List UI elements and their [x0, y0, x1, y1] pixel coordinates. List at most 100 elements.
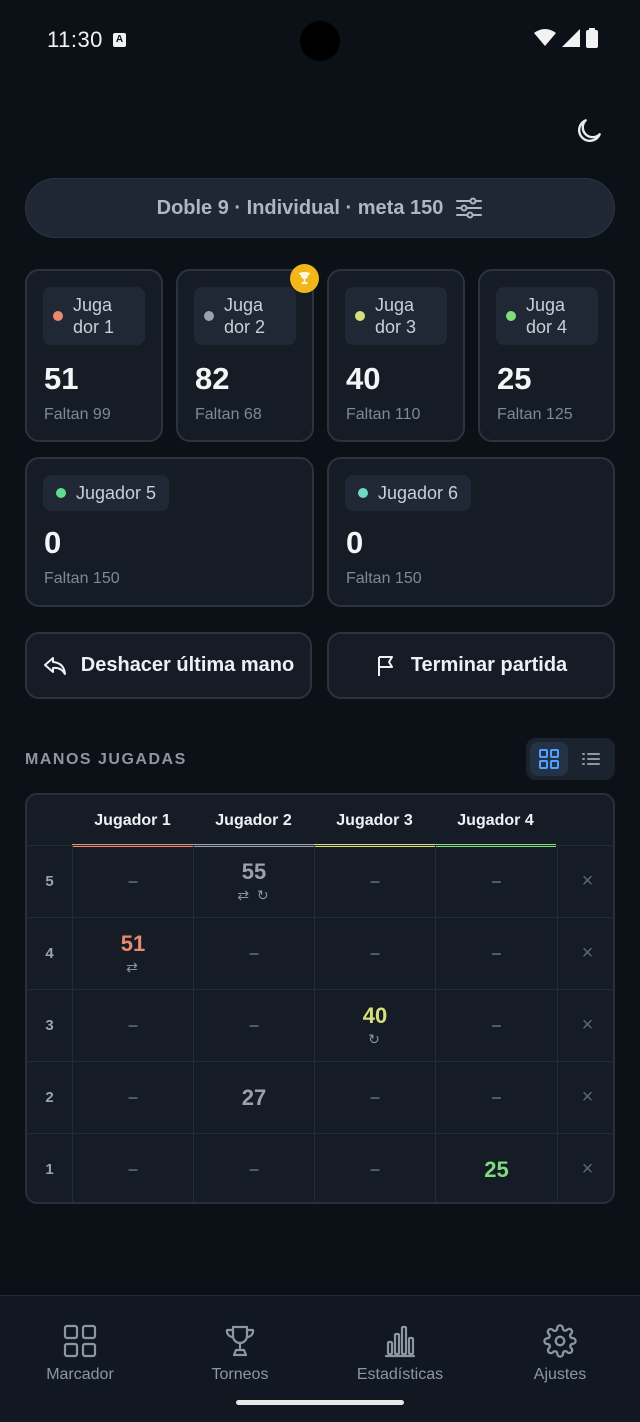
player-remaining: Faltan 110	[346, 406, 421, 423]
hand-cell[interactable]: –	[314, 918, 435, 989]
player-remaining: Faltan 125	[497, 406, 573, 423]
leader-trophy-badge	[290, 264, 319, 293]
delete-hand-button[interactable]: ×	[557, 1134, 613, 1202]
player-name-chip: Jugador 5	[43, 475, 170, 511]
hand-row: 3 – – 40 ↻ – ×	[27, 989, 613, 1061]
hand-cell[interactable]: –	[435, 846, 557, 917]
hand-row: 2 – 27 – – ×	[27, 1061, 613, 1133]
player-name-chip: Juga dor 2	[194, 287, 296, 345]
hand-cell[interactable]: –	[193, 990, 314, 1061]
hand-number: 1	[45, 1161, 54, 1178]
player-card-5[interactable]: Jugador 5 0 Faltan 150	[25, 457, 314, 607]
delete-hand-button[interactable]: ×	[557, 846, 613, 917]
hand-points: 25	[484, 1156, 509, 1182]
player-name-chip: Jugador 6	[345, 475, 472, 511]
list-icon	[582, 753, 600, 765]
nav-item-torneos[interactable]: Torneos	[160, 1296, 320, 1396]
player-name: Juga dor 3	[375, 295, 417, 337]
player-remaining: Faltan 68	[195, 406, 262, 423]
bar-chart-icon	[384, 1325, 416, 1358]
column-header-label: Jugador 4	[457, 812, 534, 829]
hand-row: 1 – – – 25 ×	[27, 1133, 613, 1202]
empty-value: –	[127, 1087, 138, 1107]
hands-section-title: MANOS JUGADAS	[25, 751, 187, 768]
player-card-4[interactable]: Juga dor 4 25 Faltan 125	[478, 269, 615, 442]
grid-view-button[interactable]	[530, 742, 568, 776]
column-header-player-3: Jugador 3	[314, 795, 435, 847]
player-color-dot	[355, 311, 365, 321]
player-color-dot	[204, 311, 214, 321]
empty-value: –	[491, 1087, 502, 1107]
hand-cell[interactable]: –	[72, 846, 193, 917]
nav-item-ajustes[interactable]: Ajustes	[480, 1296, 640, 1396]
list-view-button[interactable]	[572, 742, 610, 776]
player-score: 51	[44, 361, 79, 396]
hand-points: 40	[362, 1003, 388, 1028]
column-header-player-2: Jugador 2	[193, 795, 314, 847]
player-score: 0	[346, 525, 364, 560]
hand-cell[interactable]: –	[435, 1062, 557, 1133]
delete-hand-button[interactable]: ×	[557, 918, 613, 989]
player-remaining: Faltan 99	[44, 406, 111, 423]
player-color-dot	[358, 488, 368, 498]
hand-cell[interactable]: 51 ⇄	[72, 918, 193, 989]
empty-value: –	[491, 871, 502, 891]
swap-mark: ⇄	[126, 959, 140, 975]
moon-icon	[578, 119, 601, 142]
status-icons	[534, 28, 598, 48]
hand-cell[interactable]: –	[193, 1134, 314, 1202]
hand-cell[interactable]: –	[72, 1062, 193, 1133]
close-icon: ×	[581, 1158, 594, 1180]
close-icon: ×	[581, 942, 594, 964]
game-config-label: Doble 9 · Individual · meta 150	[156, 196, 444, 219]
swap-repeat-marks: ⇄ ↻	[237, 887, 271, 903]
hand-cell[interactable]: –	[72, 990, 193, 1061]
finish-game-button[interactable]: Terminar partida	[327, 632, 615, 699]
nav-item-marcador[interactable]: Marcador	[0, 1296, 160, 1396]
game-config-button[interactable]: Doble 9 · Individual · meta 150	[25, 178, 615, 238]
close-icon: ×	[581, 1086, 594, 1108]
home-indicator[interactable]	[236, 1400, 404, 1405]
status-bar: 11:30 A	[0, 0, 640, 80]
trophy-icon	[298, 272, 311, 285]
hand-cell[interactable]: 55 ⇄ ↻	[193, 846, 314, 917]
gear-icon	[543, 1324, 577, 1358]
hand-cell[interactable]: –	[314, 1062, 435, 1133]
undo-last-hand-button[interactable]: Deshacer última mano	[25, 632, 312, 699]
theme-toggle-button[interactable]	[570, 112, 608, 150]
player-score: 82	[195, 361, 230, 396]
nav-item-estadisticas[interactable]: Estadísticas	[320, 1296, 480, 1396]
player-name: Juga dor 2	[224, 295, 266, 337]
column-header-label: Jugador 2	[215, 812, 292, 829]
nav-label: Ajustes	[533, 1366, 587, 1383]
hand-cell[interactable]: –	[435, 990, 557, 1061]
delete-hand-button[interactable]: ×	[557, 990, 613, 1061]
hand-cell[interactable]: –	[435, 918, 557, 989]
hand-cell[interactable]: –	[193, 918, 314, 989]
hand-cell[interactable]: 27	[193, 1062, 314, 1133]
player-card-2[interactable]: Juga dor 2 82 Faltan 68	[176, 269, 314, 442]
empty-value: –	[127, 1159, 138, 1179]
hand-cell[interactable]: –	[314, 846, 435, 917]
hand-row: 5 – 55 ⇄ ↻ – – ×	[27, 845, 613, 917]
player-card-1[interactable]: Juga dor 1 51 Faltan 99	[25, 269, 163, 442]
hand-cell[interactable]: 40 ↻	[314, 990, 435, 1061]
empty-value: –	[248, 1159, 259, 1179]
repeat-mark: ↻	[368, 1031, 382, 1047]
hand-number: 5	[45, 873, 54, 890]
player-name-chip: Juga dor 3	[345, 287, 447, 345]
hand-cell[interactable]: –	[72, 1134, 193, 1202]
undo-label: Deshacer última mano	[80, 654, 295, 676]
hand-cell[interactable]: 25	[435, 1134, 557, 1202]
delete-hand-button[interactable]: ×	[557, 1062, 613, 1133]
finish-label: Terminar partida	[410, 654, 568, 676]
wifi-icon	[534, 29, 556, 46]
nav-label: Marcador	[46, 1366, 114, 1383]
hand-cell[interactable]: –	[314, 1134, 435, 1202]
hand-number: 2	[45, 1089, 54, 1106]
player-card-6[interactable]: Jugador 6 0 Faltan 150	[327, 457, 615, 607]
hand-points: 27	[241, 1084, 267, 1110]
player-color-dot	[506, 311, 516, 321]
player-card-3[interactable]: Juga dor 3 40 Faltan 110	[327, 269, 465, 442]
empty-value: –	[248, 943, 259, 963]
